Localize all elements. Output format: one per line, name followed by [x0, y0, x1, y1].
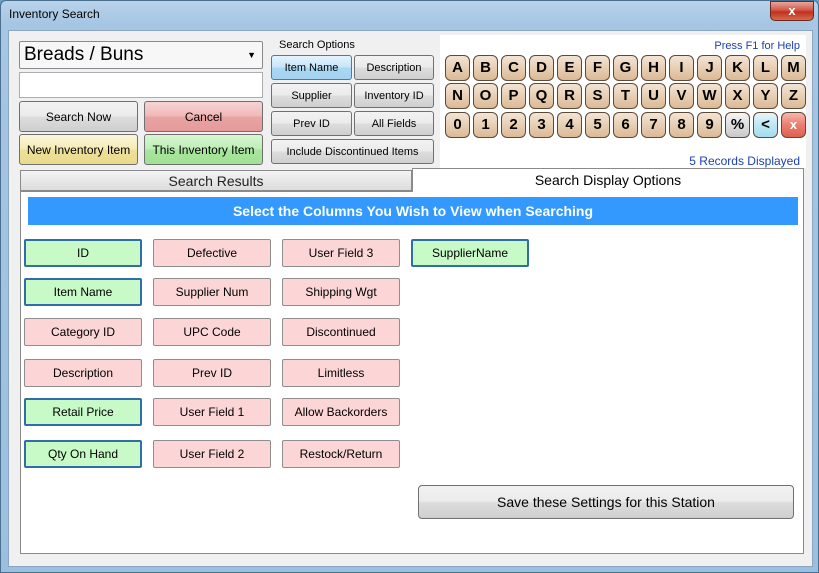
window-title: Inventory Search	[9, 7, 100, 21]
option-supplier-button[interactable]: Supplier	[271, 83, 352, 108]
key-u[interactable]: U	[641, 83, 666, 109]
column-toggle-upc-code[interactable]: UPC Code	[153, 318, 271, 346]
key-p[interactable]: P	[501, 83, 526, 109]
search-options-label: Search Options	[279, 39, 355, 51]
key-z[interactable]: Z	[781, 83, 806, 109]
title-bar: Inventory Search x	[1, 1, 818, 29]
option-all-fields-button[interactable]: All Fields	[354, 111, 434, 136]
key-s[interactable]: S	[585, 83, 610, 109]
column-toggle-qty-on-hand[interactable]: Qty On Hand	[24, 440, 142, 468]
this-inventory-item-button[interactable]: This Inventory Item	[144, 134, 263, 165]
columns-banner: Select the Columns You Wish to View when…	[28, 197, 798, 225]
option-item-name-button[interactable]: Item Name	[271, 55, 352, 80]
key-7[interactable]: 7	[641, 112, 666, 138]
key-i[interactable]: I	[669, 55, 694, 81]
column-toggle-user-field-1[interactable]: User Field 1	[153, 398, 271, 426]
key-l[interactable]: L	[753, 55, 778, 81]
search-input[interactable]	[19, 72, 263, 98]
column-toggle-prev-id[interactable]: Prev ID	[153, 359, 271, 387]
key-h[interactable]: H	[641, 55, 666, 81]
key-0[interactable]: 0	[445, 112, 470, 138]
key-6[interactable]: 6	[613, 112, 638, 138]
key-2[interactable]: 2	[501, 112, 526, 138]
column-toggle-supplier-num[interactable]: Supplier Num	[153, 278, 271, 306]
category-dropdown-value: Breads / Buns	[24, 44, 144, 65]
key-x[interactable]: X	[725, 83, 750, 109]
include-discontinued-button[interactable]: Include Discontinued Items	[271, 139, 434, 164]
key-3[interactable]: 3	[529, 112, 554, 138]
column-toggle-retail-price[interactable]: Retail Price	[24, 398, 142, 426]
key-5[interactable]: 5	[585, 112, 610, 138]
key-q[interactable]: Q	[529, 83, 554, 109]
column-toggle-category-id[interactable]: Category ID	[24, 318, 142, 346]
option-description-button[interactable]: Description	[354, 55, 434, 80]
key-percent[interactable]: %	[725, 112, 750, 138]
option-inventory-id-button[interactable]: Inventory ID	[354, 83, 434, 108]
column-toggle-id[interactable]: ID	[24, 239, 142, 267]
key-e[interactable]: E	[557, 55, 582, 81]
column-toggle-restock-return[interactable]: Restock/Return	[282, 440, 400, 468]
save-settings-button[interactable]: Save these Settings for this Station	[418, 485, 794, 519]
key-b[interactable]: B	[473, 55, 498, 81]
chevron-down-icon: ▼	[247, 50, 256, 60]
key-w[interactable]: W	[697, 83, 722, 109]
column-toggle-limitless[interactable]: Limitless	[282, 359, 400, 387]
key-o[interactable]: O	[473, 83, 498, 109]
inventory-search-window: Inventory Search x Breads / Buns ▼ Searc…	[0, 0, 819, 573]
column-toggle-allow-backorders[interactable]: Allow Backorders	[282, 398, 400, 426]
column-toggle-shipping-wgt[interactable]: Shipping Wgt	[282, 278, 400, 306]
column-toggle-user-field-3[interactable]: User Field 3	[282, 239, 400, 267]
key-d[interactable]: D	[529, 55, 554, 81]
key-1[interactable]: 1	[473, 112, 498, 138]
key-9[interactable]: 9	[697, 112, 722, 138]
option-prev-id-button[interactable]: Prev ID	[271, 111, 352, 136]
tab-search-display-options[interactable]: Search Display Options	[412, 168, 804, 192]
category-dropdown[interactable]: Breads / Buns ▼	[19, 41, 263, 69]
client-area: Breads / Buns ▼ Search Now Cancel New In…	[8, 30, 813, 567]
records-displayed: 5 Records Displayed	[689, 154, 800, 168]
key-m[interactable]: M	[781, 55, 806, 81]
key-4[interactable]: 4	[557, 112, 582, 138]
key-y[interactable]: Y	[753, 83, 778, 109]
column-toggle-defective[interactable]: Defective	[153, 239, 271, 267]
column-toggle-suppliername[interactable]: SupplierName	[411, 239, 529, 267]
window-close-button[interactable]: x	[770, 1, 814, 21]
key-c[interactable]: C	[501, 55, 526, 81]
key-k[interactable]: K	[725, 55, 750, 81]
key-clear[interactable]: x	[781, 112, 806, 138]
column-toggle-description[interactable]: Description	[24, 359, 142, 387]
cancel-button[interactable]: Cancel	[144, 101, 263, 132]
key-j[interactable]: J	[697, 55, 722, 81]
key-n[interactable]: N	[445, 83, 470, 109]
key-g[interactable]: G	[613, 55, 638, 81]
key-v[interactable]: V	[669, 83, 694, 109]
new-inventory-item-button[interactable]: New Inventory Item	[19, 134, 138, 165]
tab-search-results[interactable]: Search Results	[20, 170, 412, 191]
key-t[interactable]: T	[613, 83, 638, 109]
key-a[interactable]: A	[445, 55, 470, 81]
column-toggle-discontinued[interactable]: Discontinued	[282, 318, 400, 346]
key-backspace[interactable]: <	[753, 112, 778, 138]
key-8[interactable]: 8	[669, 112, 694, 138]
help-hint: Press F1 for Help	[714, 40, 800, 52]
column-toggle-item-name[interactable]: Item Name	[24, 278, 142, 306]
key-f[interactable]: F	[585, 55, 610, 81]
column-toggle-user-field-2[interactable]: User Field 2	[153, 440, 271, 468]
search-now-button[interactable]: Search Now	[19, 101, 138, 132]
search-display-options-panel: Select the Columns You Wish to View when…	[20, 191, 804, 554]
keypad-panel: Press F1 for Help ABCDEFGHIJKLM NOPQRSTUV…	[440, 35, 806, 168]
key-r[interactable]: R	[557, 83, 582, 109]
